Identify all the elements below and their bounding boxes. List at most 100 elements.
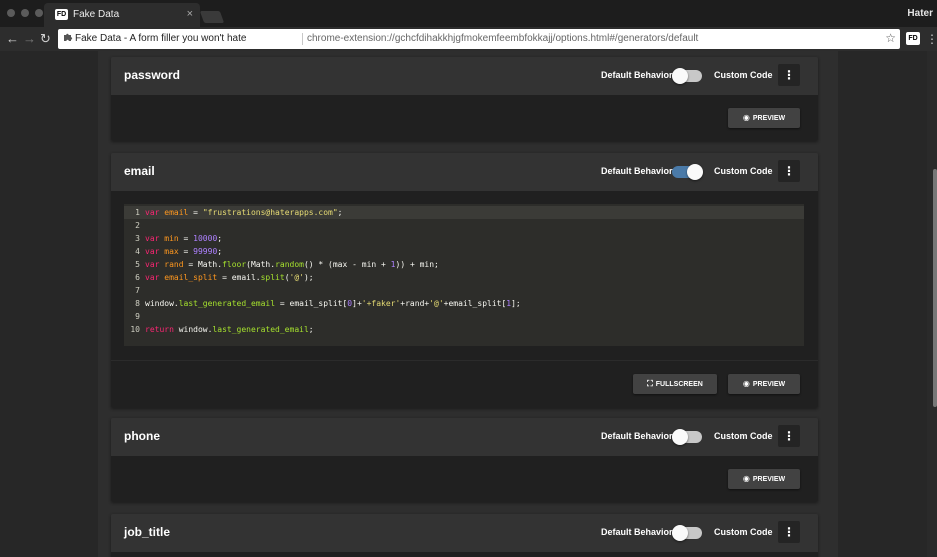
code-token: = [178, 234, 194, 243]
code-line[interactable]: 6 var email_split = email.split('@'); [124, 271, 804, 284]
code-line[interactable]: 9 [124, 310, 804, 323]
generator-card-job-title: job_title Default Behavior Custom Code ⋮ [111, 514, 818, 557]
code-line[interactable]: 5 var rand = Math.floor(Math.random() * (… [124, 258, 804, 271]
preview-label: PREVIEW [752, 476, 786, 483]
code-token: +email_split[ [443, 299, 507, 308]
code-token: ); [303, 273, 314, 282]
code-token: ; [337, 208, 343, 217]
line-number: 1 [135, 208, 140, 217]
card-header: job_title Default Behavior Custom Code ⋮ [111, 514, 818, 552]
tab-title: Fake Data [73, 9, 120, 20]
toggle-knob [672, 68, 688, 84]
code-token: () * (max - min + [303, 260, 391, 269]
code-token: "frustrations@haterapps.com" [202, 208, 338, 217]
bookmark-star-icon[interactable]: ☆ [885, 31, 896, 46]
browser-toolbar: ← → ↻ Fake Data - A form filler you won'… [0, 27, 937, 51]
code-token: var [145, 273, 165, 282]
code-line[interactable]: 8 window.last_generated_email = email_spl… [124, 297, 804, 310]
fullscreen-button[interactable]: ⛶ FULLSCREEN [633, 374, 717, 394]
forward-arrow-icon[interactable]: → [23, 31, 36, 47]
code-token: var [145, 234, 165, 243]
minimize-window-button[interactable] [21, 9, 29, 17]
code-token: = Math. [183, 260, 223, 269]
custom-code-toggle[interactable] [672, 525, 702, 541]
preview-button[interactable]: ◉ PREVIEW [728, 469, 800, 489]
toggle-knob [687, 164, 703, 180]
browser-menu-icon[interactable]: ⋮ [926, 31, 937, 47]
generator-name: email [124, 164, 155, 178]
preview-button[interactable]: ◉ PREVIEW [728, 108, 800, 128]
card-header: password Default Behavior Custom Code ⋮ [111, 57, 818, 95]
code-token: = [188, 208, 203, 217]
default-behavior-label: Default Behavior [601, 70, 673, 80]
back-arrow-icon[interactable]: ← [6, 31, 19, 47]
code-line[interactable]: 7 [124, 284, 804, 297]
default-behavior-label: Default Behavior [601, 166, 673, 176]
code-token: floor [222, 260, 247, 269]
line-number: 5 [135, 260, 140, 269]
generator-card-email: email Default Behavior Custom Code ⋮ 1 va… [111, 153, 818, 408]
card-body: ◉ PREVIEW [111, 95, 818, 141]
options-page: password Default Behavior Custom Code ⋮ … [0, 51, 937, 557]
preview-button[interactable]: ◉ PREVIEW [728, 374, 800, 394]
code-token: '@' [429, 299, 444, 308]
custom-code-toggle[interactable] [672, 429, 702, 445]
more-options-icon[interactable]: ⋮ [778, 64, 800, 86]
code-token: = [178, 247, 194, 256]
generator-name: job_title [124, 525, 171, 539]
code-token: window. [178, 325, 213, 334]
generator-name: phone [124, 429, 160, 443]
close-window-button[interactable] [7, 9, 15, 17]
card-body [111, 552, 818, 557]
code-editor[interactable]: 1 var email = "frustrations@haterapps.com… [124, 204, 804, 346]
code-line[interactable]: 3 var min = 10000; [124, 232, 804, 245]
custom-code-toggle[interactable] [672, 68, 702, 84]
address-bar[interactable]: Fake Data - A form filler you won't hate… [58, 29, 900, 49]
toggle-knob [672, 525, 688, 541]
code-line[interactable]: 2 [124, 219, 804, 232]
more-options-icon[interactable]: ⋮ [778, 425, 800, 447]
code-token: = email_split[ [275, 299, 348, 308]
code-line[interactable]: 1 var email = "frustrations@haterapps.com… [124, 206, 804, 219]
tab-strip: FD Fake Data × Hater [0, 0, 937, 27]
browser-tab[interactable]: FD Fake Data × [44, 3, 200, 27]
code-token: var [145, 260, 165, 269]
code-line[interactable]: 4 var max = 99990; [124, 245, 804, 258]
line-number: 8 [135, 299, 140, 308]
eye-icon: ◉ [742, 474, 750, 483]
browser-window: FD Fake Data × Hater ← → ↻ Fake Data - A… [0, 0, 937, 557]
code-text: var rand = Math.floor(Math.random() * (m… [145, 258, 439, 271]
code-token: random [275, 260, 304, 269]
line-number: 10 [130, 325, 140, 334]
code-token: window. [145, 299, 179, 308]
code-text: var min = 10000; [145, 232, 222, 245]
fake-data-extension-icon[interactable]: FD [906, 32, 920, 45]
toggle-knob [672, 429, 688, 445]
url-text[interactable]: chrome-extension://gchcfdihakkhjgfmokemf… [307, 33, 698, 45]
code-token: ; [217, 247, 223, 256]
profile-name[interactable]: Hater [907, 8, 933, 19]
custom-code-label: Custom Code [714, 70, 773, 80]
custom-code-label: Custom Code [714, 166, 773, 176]
reload-icon[interactable]: ↻ [40, 31, 51, 47]
code-token: (Math. [246, 260, 276, 269]
tab-close-icon[interactable]: × [187, 8, 193, 20]
line-number: 3 [135, 234, 140, 243]
code-token: email_split [164, 273, 218, 282]
code-editor-area: 1 var email = "frustrations@haterapps.com… [111, 191, 818, 360]
line-number: 2 [135, 221, 140, 230]
code-line[interactable]: 10 return window.last_generated_email; [124, 323, 804, 336]
code-token: ]; [511, 299, 521, 308]
new-tab-button[interactable] [199, 11, 225, 23]
code-token: )) + min; [395, 260, 439, 269]
page-scrollbar-thumb[interactable] [933, 169, 937, 407]
more-options-icon[interactable]: ⋮ [778, 521, 800, 543]
card-actions: ⛶ FULLSCREEN ◉ PREVIEW [111, 360, 818, 408]
code-token: = email. [217, 273, 261, 282]
code-token: '+faker' [361, 299, 401, 308]
more-options-icon[interactable]: ⋮ [778, 160, 800, 182]
code-token: last_generated_email [212, 325, 309, 334]
code-token: +rand+ [400, 299, 430, 308]
zoom-window-button[interactable] [35, 9, 43, 17]
custom-code-toggle[interactable] [672, 164, 703, 180]
